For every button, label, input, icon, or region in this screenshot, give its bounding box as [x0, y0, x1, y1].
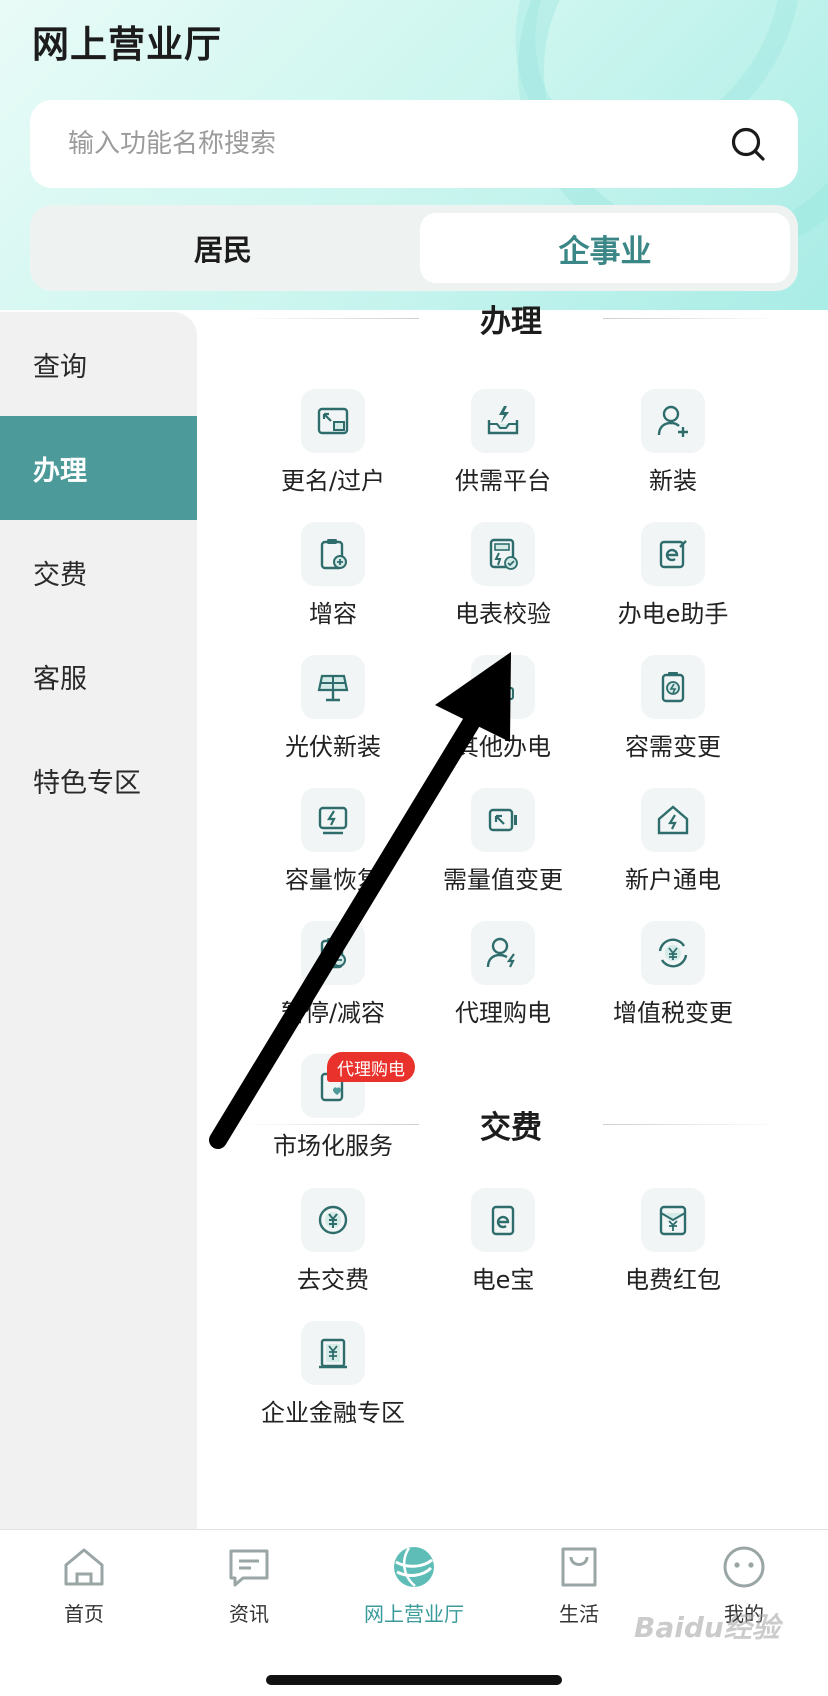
tab-life[interactable]: 生活 — [509, 1544, 649, 1654]
sidebar-item-service[interactable]: 客服 — [0, 624, 197, 728]
search-input[interactable] — [68, 100, 708, 188]
solar-panel-icon — [317, 674, 349, 702]
message-icon — [229, 1549, 269, 1587]
service-pause-reduce[interactable]: 暂停/减容 — [241, 921, 425, 1041]
tab-news[interactable]: 资讯 — [179, 1544, 319, 1654]
sidebar-item-handle[interactable]: 办理 — [0, 416, 197, 520]
service-capacity-restore[interactable]: 容量恢复 — [241, 788, 425, 908]
clipboard-plus-icon — [320, 539, 347, 570]
capacity-restore-icon — [318, 806, 348, 835]
page-title: 网上营业厅 — [32, 23, 222, 66]
tab-label: 网上营业厅 — [364, 1602, 464, 1626]
smiley-icon — [723, 1546, 765, 1588]
service-enterprise-finance[interactable]: 企业金融专区 — [241, 1321, 425, 1441]
service-proxy-purchase[interactable]: 代理购电 — [411, 921, 595, 1041]
divider — [603, 318, 781, 319]
service-label: 容需变更 — [625, 733, 721, 761]
section-header-pay: 交费 — [197, 1094, 828, 1154]
sidebar-item-featured[interactable]: 特色专区 — [0, 728, 197, 832]
category-sidebar: 查询 办理 交费 客服 特色专区 — [0, 312, 197, 1529]
divider — [241, 318, 419, 319]
other-power-icon — [501, 671, 514, 700]
tab-label: 资讯 — [229, 1602, 269, 1626]
service-meter-check[interactable]: 电表校验 — [411, 522, 595, 642]
add-user-icon — [657, 405, 688, 437]
service-capacity-change[interactable]: 容需变更 — [581, 655, 765, 775]
supply-demand-icon — [487, 406, 519, 435]
house-power-icon — [657, 805, 689, 835]
service-label: 新装 — [649, 467, 697, 495]
service-label: 电费红包 — [625, 1266, 721, 1294]
service-label: 企业金融专区 — [261, 1399, 405, 1427]
finance-icon — [319, 1338, 347, 1369]
search-icon[interactable] — [728, 124, 768, 164]
tab-label: 首页 — [64, 1602, 104, 1626]
service-label: 办电e助手 — [617, 600, 729, 628]
service-e-wallet[interactable]: 电e宝 — [411, 1188, 595, 1308]
home-indicator — [266, 1675, 562, 1685]
tab-resident[interactable]: 居民 — [38, 213, 408, 283]
service-demand-change[interactable]: 需量值变更 — [411, 788, 595, 908]
e-assistant-icon — [659, 540, 687, 569]
service-vat-change[interactable]: 增值税变更 — [581, 921, 765, 1041]
tab-home[interactable]: 首页 — [14, 1544, 154, 1654]
service-solar-install[interactable]: 光伏新装 — [241, 655, 425, 775]
section-header-handle: 办理 — [197, 300, 828, 348]
service-label: 增值税变更 — [613, 999, 733, 1027]
promo-badge: 代理购电 — [327, 1052, 415, 1082]
battery-change-icon — [661, 672, 685, 703]
divider — [241, 1124, 419, 1125]
yuan-coin-icon — [318, 1205, 348, 1235]
proxy-purchase-icon — [486, 937, 515, 968]
service-grid: 办理 更名/过户 供需平台 新装 增容 电表校验 办电e助手 光伏新装 其他办电… — [197, 300, 828, 1529]
sidebar-item-pay[interactable]: 交费 — [0, 520, 197, 624]
e-wallet-icon — [491, 1205, 515, 1236]
demand-change-icon — [488, 808, 517, 832]
rename-transfer-icon — [317, 407, 349, 435]
divider — [603, 1124, 781, 1125]
shopping-bag-icon — [561, 1547, 597, 1587]
service-other-power[interactable]: 其他办电 — [411, 655, 595, 775]
service-capacity-increase[interactable]: 增容 — [241, 522, 425, 642]
tab-enterprise[interactable]: 企事业 — [420, 213, 790, 283]
tab-label: 生活 — [559, 1602, 599, 1626]
section-title: 办理 — [480, 304, 542, 340]
service-go-pay[interactable]: 去交费 — [241, 1188, 425, 1308]
sidebar-item-query[interactable]: 查询 — [0, 312, 197, 416]
globe-icon — [394, 1547, 434, 1587]
red-envelope-icon — [659, 1205, 687, 1236]
tab-online-hall[interactable]: 网上营业厅 — [344, 1544, 484, 1654]
service-label: 新户通电 — [625, 866, 721, 894]
home-icon — [64, 1548, 104, 1586]
clipboard-minus-icon — [320, 938, 346, 969]
service-e-assistant[interactable]: 办电e助手 — [581, 522, 765, 642]
service-supply-demand[interactable]: 供需平台 — [411, 389, 595, 509]
service-new-household-power[interactable]: 新户通电 — [581, 788, 765, 908]
meter-check-icon — [489, 538, 518, 570]
customer-type-toggle: 居民 企事业 — [30, 205, 798, 291]
vat-change-icon — [658, 938, 688, 968]
service-new-install[interactable]: 新装 — [581, 389, 765, 509]
section-title: 交费 — [480, 1110, 542, 1146]
service-red-envelope[interactable]: 电费红包 — [581, 1188, 765, 1308]
service-rename-transfer[interactable]: 更名/过户 — [241, 389, 425, 509]
baidu-watermark: Baidu经验 — [634, 1611, 780, 1644]
search-bar[interactable] — [30, 100, 798, 188]
